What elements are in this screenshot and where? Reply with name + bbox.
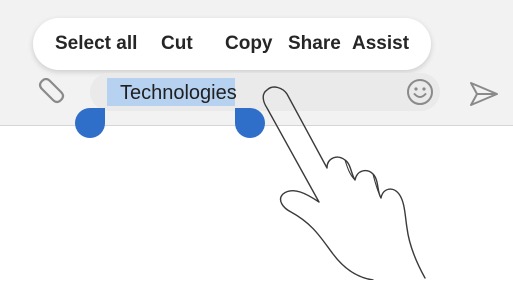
message-input-text[interactable]: Technologies — [120, 80, 237, 106]
tapping-hand-illustration — [255, 82, 430, 281]
share-button[interactable]: Share — [288, 32, 341, 56]
send-icon[interactable] — [468, 80, 500, 108]
cut-button[interactable]: Cut — [161, 32, 193, 56]
copy-button[interactable]: Copy — [225, 32, 273, 56]
assist-button[interactable]: Assist — [352, 32, 409, 56]
selection-start-handle[interactable] — [75, 108, 105, 138]
text-selection-context-menu: Select all Cut Copy Share Assist — [33, 18, 431, 70]
select-all-button[interactable]: Select all — [55, 32, 137, 56]
paperclip-icon[interactable] — [33, 77, 67, 108]
